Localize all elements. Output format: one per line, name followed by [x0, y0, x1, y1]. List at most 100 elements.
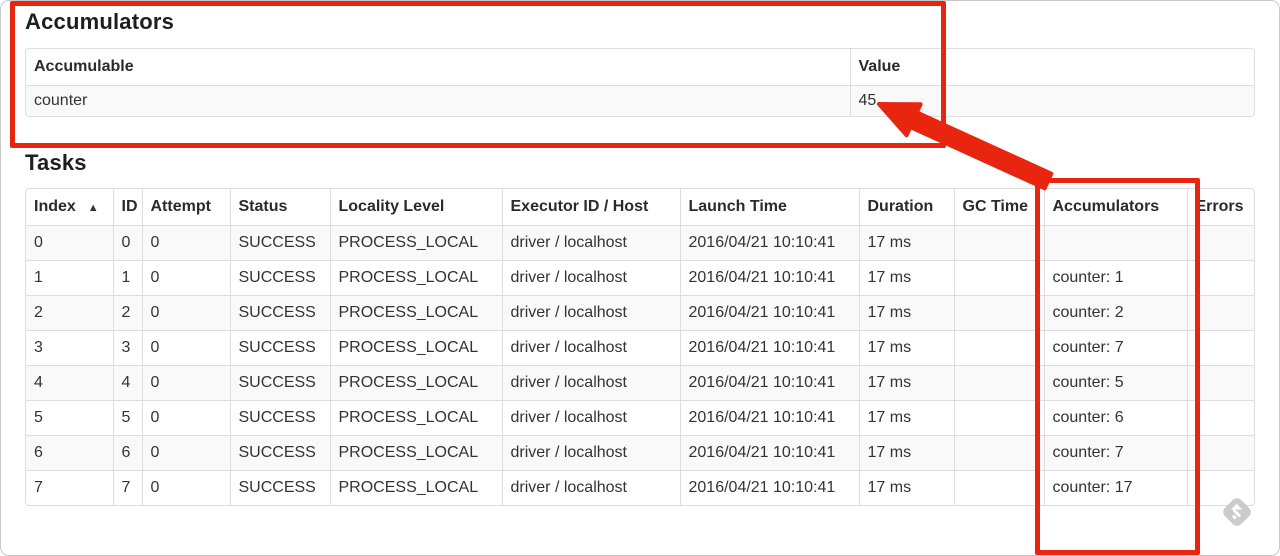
- cell-gc-time: [953, 470, 1044, 505]
- table-row: 7 7 0 SUCCESS PROCESS_LOCAL driver / loc…: [26, 470, 1254, 505]
- cell-duration: 17 ms: [858, 400, 954, 436]
- cell-id: 0: [112, 225, 142, 261]
- sort-ascending-icon: ▲: [87, 202, 99, 214]
- cell-attempt: 0: [141, 330, 230, 366]
- cell-errors: [1186, 330, 1254, 366]
- col-header-attempt[interactable]: Attempt: [141, 189, 230, 226]
- cell-locality-level: PROCESS_LOCAL: [329, 330, 502, 366]
- cell-accumulators: counter: 7: [1043, 330, 1187, 366]
- col-header-executor-id-host[interactable]: Executor ID / Host: [501, 189, 680, 226]
- cell-duration: 17 ms: [858, 225, 954, 261]
- tasks-table: Index ▲ ID Attempt Status Locality Level …: [25, 188, 1255, 506]
- col-header-errors[interactable]: Errors: [1186, 189, 1254, 226]
- table-row: counter 45: [26, 85, 1254, 116]
- cell-errors: [1186, 365, 1254, 401]
- col-header-id[interactable]: ID: [112, 189, 142, 226]
- cell-gc-time: [953, 225, 1044, 261]
- table-row: 6 6 0 SUCCESS PROCESS_LOCAL driver / loc…: [26, 435, 1254, 471]
- cell-duration: 17 ms: [858, 295, 954, 331]
- table-row: 4 4 0 SUCCESS PROCESS_LOCAL driver / loc…: [26, 365, 1254, 401]
- col-header-accumulable: Accumulable: [34, 58, 134, 75]
- cell-id: 7: [112, 470, 142, 505]
- cell-locality-level: PROCESS_LOCAL: [329, 295, 502, 331]
- cell-status: SUCCESS: [229, 365, 330, 401]
- cell-status: SUCCESS: [229, 470, 330, 505]
- cell-attempt: 0: [141, 470, 230, 505]
- cell-index: 1: [26, 260, 113, 296]
- cell-gc-time: [953, 365, 1044, 401]
- cell-errors: [1186, 470, 1254, 505]
- accumulators-heading: Accumulators: [25, 9, 175, 34]
- cell-accumulators: counter: 5: [1043, 365, 1187, 401]
- cell-id: 1: [112, 260, 142, 296]
- cell-accumulators: counter: 1: [1043, 260, 1187, 296]
- cell-executor-id-host: driver / localhost: [501, 330, 680, 366]
- cell-accumulators: counter: 6: [1043, 400, 1187, 436]
- cell-accumulators: counter: 2: [1043, 295, 1187, 331]
- cell-locality-level: PROCESS_LOCAL: [329, 435, 502, 471]
- cell-index: 7: [26, 470, 113, 505]
- cell-executor-id-host: driver / localhost: [501, 435, 680, 471]
- cell-locality-level: PROCESS_LOCAL: [329, 470, 502, 505]
- table-row: 3 3 0 SUCCESS PROCESS_LOCAL driver / loc…: [26, 330, 1254, 366]
- table-row: 1 1 0 SUCCESS PROCESS_LOCAL driver / loc…: [26, 260, 1254, 296]
- cell-gc-time: [953, 295, 1044, 331]
- cell-errors: [1186, 260, 1254, 296]
- cell-status: SUCCESS: [229, 225, 330, 261]
- cell-id: 4: [112, 365, 142, 401]
- col-header-status[interactable]: Status: [229, 189, 330, 226]
- cell-errors: [1186, 295, 1254, 331]
- cell-index: 5: [26, 400, 113, 436]
- cell-gc-time: [953, 330, 1044, 366]
- table-header-row: Index ▲ ID Attempt Status Locality Level …: [26, 189, 1254, 226]
- cell-launch-time: 2016/04/21 10:10:41: [679, 295, 859, 331]
- accumulators-table: Accumulable Value counter 45: [25, 48, 1255, 117]
- cell-status: SUCCESS: [229, 295, 330, 331]
- cell-accumulators: counter: 7: [1043, 435, 1187, 471]
- cell-duration: 17 ms: [858, 330, 954, 366]
- cell-status: SUCCESS: [229, 435, 330, 471]
- cell-id: 2: [112, 295, 142, 331]
- col-header-locality-level[interactable]: Locality Level: [329, 189, 502, 226]
- cell-launch-time: 2016/04/21 10:10:41: [679, 225, 859, 261]
- cell-index: 4: [26, 365, 113, 401]
- cell-value: 45: [849, 85, 1254, 116]
- cell-launch-time: 2016/04/21 10:10:41: [679, 330, 859, 366]
- cell-index: 6: [26, 435, 113, 471]
- cell-accumulators: counter: 17: [1043, 470, 1187, 505]
- table-row: 2 2 0 SUCCESS PROCESS_LOCAL driver / loc…: [26, 295, 1254, 331]
- col-header-gc-time[interactable]: GC Time: [953, 189, 1044, 226]
- cell-gc-time: [953, 400, 1044, 436]
- cell-launch-time: 2016/04/21 10:10:41: [679, 260, 859, 296]
- table-header-row: Accumulable Value: [26, 49, 1254, 86]
- cell-errors: [1186, 435, 1254, 471]
- table-row: 0 0 0 SUCCESS PROCESS_LOCAL driver / loc…: [26, 225, 1254, 261]
- cell-executor-id-host: driver / localhost: [501, 400, 680, 436]
- cell-errors: [1186, 225, 1254, 261]
- cell-launch-time: 2016/04/21 10:10:41: [679, 400, 859, 436]
- cell-executor-id-host: driver / localhost: [501, 260, 680, 296]
- col-header-launch-time[interactable]: Launch Time: [679, 189, 859, 226]
- cell-locality-level: PROCESS_LOCAL: [329, 260, 502, 296]
- cell-errors: [1186, 400, 1254, 436]
- col-header-accumulators[interactable]: Accumulators: [1043, 189, 1187, 226]
- col-header-duration[interactable]: Duration: [858, 189, 954, 226]
- cell-accumulators: [1043, 225, 1187, 261]
- cell-attempt: 0: [141, 260, 230, 296]
- cell-status: SUCCESS: [229, 330, 330, 366]
- table-row: 5 5 0 SUCCESS PROCESS_LOCAL driver / loc…: [26, 400, 1254, 436]
- cell-id: 3: [112, 330, 142, 366]
- cell-id: 5: [112, 400, 142, 436]
- cell-gc-time: [953, 435, 1044, 471]
- cell-executor-id-host: driver / localhost: [501, 295, 680, 331]
- cell-accumulable: counter: [26, 85, 850, 116]
- cell-attempt: 0: [141, 225, 230, 261]
- cell-launch-time: 2016/04/21 10:10:41: [679, 365, 859, 401]
- cell-locality-level: PROCESS_LOCAL: [329, 225, 502, 261]
- tasks-heading: Tasks: [25, 150, 87, 175]
- cell-status: SUCCESS: [229, 400, 330, 436]
- cell-id: 6: [112, 435, 142, 471]
- col-header-value: Value: [849, 49, 1254, 86]
- cell-duration: 17 ms: [858, 365, 954, 401]
- col-header-index[interactable]: Index ▲: [26, 189, 113, 226]
